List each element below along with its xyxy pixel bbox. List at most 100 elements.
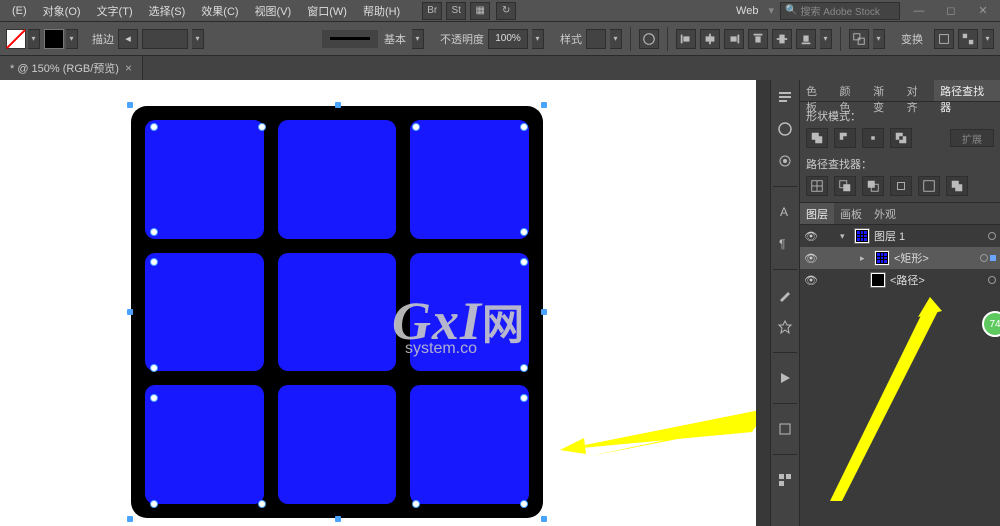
color-icon[interactable] <box>774 118 796 140</box>
stroke-weight-field[interactable] <box>142 29 188 49</box>
layer-row[interactable]: 👁 <路径> <box>800 269 1000 291</box>
menu-select[interactable]: 选择(S) <box>141 0 194 22</box>
shape-builder-dropdown[interactable]: ▾ <box>873 29 885 49</box>
align-hcenter-icon[interactable] <box>700 29 720 49</box>
corner-widget[interactable] <box>150 500 158 508</box>
minus-front-icon[interactable] <box>834 128 856 148</box>
window-close-icon[interactable]: ✕ <box>970 2 996 20</box>
tab-appearance[interactable]: 外观 <box>868 203 902 224</box>
edit-similar-icon[interactable] <box>958 29 978 49</box>
symbol-icon[interactable] <box>774 316 796 338</box>
selection-anchor[interactable] <box>541 309 547 315</box>
vertical-scrollbar[interactable] <box>756 80 770 526</box>
stroke-profile[interactable] <box>322 30 378 48</box>
document-tab[interactable]: * @ 150% (RGB/预览) × <box>0 56 143 80</box>
twisty-icon[interactable]: ▸ <box>860 253 870 264</box>
tab-pathfinder[interactable]: 路径查找器 <box>934 80 1000 101</box>
target-icon[interactable] <box>988 232 996 240</box>
target-icon[interactable] <box>980 254 988 262</box>
layer-name[interactable]: <路径> <box>890 272 925 288</box>
menu-edit[interactable]: (E) <box>4 2 35 20</box>
align-right-icon[interactable] <box>724 29 744 49</box>
tab-align[interactable]: 对齐 <box>901 80 935 101</box>
selection-anchor[interactable] <box>335 102 341 108</box>
control-menu-dropdown[interactable]: ▾ <box>982 29 994 49</box>
window-minimize-icon[interactable]: — <box>906 2 932 20</box>
close-icon[interactable]: × <box>125 61 132 75</box>
corner-widget[interactable] <box>520 123 528 131</box>
visibility-icon[interactable]: 👁 <box>804 273 818 287</box>
fill-dropdown[interactable]: ▾ <box>28 29 40 49</box>
tab-artboards[interactable]: 画板 <box>834 203 868 224</box>
exclude-icon[interactable] <box>890 128 912 148</box>
style-thumb[interactable] <box>586 29 606 49</box>
arrange-docs-icon[interactable]: ▦ <box>470 2 490 20</box>
opacity-dropdown[interactable]: ▾ <box>532 29 544 49</box>
crop-icon[interactable] <box>890 176 912 196</box>
paragraph-icon[interactable]: ¶ <box>774 233 796 255</box>
artboard-icon[interactable] <box>774 418 796 440</box>
visibility-icon[interactable]: 👁 <box>804 251 818 265</box>
workspace-label[interactable]: Web <box>732 5 762 17</box>
brush-icon[interactable] <box>774 284 796 306</box>
fill-none-swatch[interactable] <box>6 29 26 49</box>
tab-layers[interactable]: 图层 <box>800 203 834 224</box>
menu-type[interactable]: 文字(T) <box>89 0 141 22</box>
gpu-preview-icon[interactable]: ↻ <box>496 2 516 20</box>
shape-builder-icon[interactable] <box>849 29 869 49</box>
layer-row[interactable]: 👁 ▸ <矩形> <box>800 247 1000 269</box>
stroke-dropdown[interactable]: ▾ <box>66 29 78 49</box>
corner-widget[interactable] <box>258 500 266 508</box>
align-left-icon[interactable] <box>676 29 696 49</box>
layer-name[interactable]: 图层 1 <box>874 228 905 244</box>
stock-search[interactable]: 🔍 搜索 Adobe Stock <box>780 2 900 20</box>
tab-color[interactable]: 颜色 <box>834 80 868 101</box>
style-dropdown[interactable]: ▾ <box>610 29 622 49</box>
corner-widget[interactable] <box>150 394 158 402</box>
divide-icon[interactable] <box>806 176 828 196</box>
unite-icon[interactable] <box>806 128 828 148</box>
stroke-profile-dropdown[interactable]: ▾ <box>412 29 424 49</box>
selection-anchor[interactable] <box>127 309 133 315</box>
align-bottom-icon[interactable] <box>796 29 816 49</box>
outline-icon[interactable] <box>918 176 940 196</box>
menu-view[interactable]: 视图(V) <box>247 0 300 22</box>
canvas-area[interactable]: GxI网 system.co <box>0 80 756 526</box>
asset-export-icon[interactable] <box>774 469 796 491</box>
selection-anchor[interactable] <box>127 102 133 108</box>
bridge-button[interactable]: Br <box>422 2 442 20</box>
corner-widget[interactable] <box>412 500 420 508</box>
selection-anchor[interactable] <box>541 102 547 108</box>
stock-button[interactable]: St <box>446 2 466 20</box>
tab-gradient[interactable]: 渐变 <box>867 80 901 101</box>
play-icon[interactable] <box>774 367 796 389</box>
layer-row[interactable]: 👁 ▾ 图层 1 <box>800 225 1000 247</box>
menu-help[interactable]: 帮助(H) <box>355 0 408 22</box>
intersect-icon[interactable] <box>862 128 884 148</box>
menu-window[interactable]: 窗口(W) <box>299 0 355 22</box>
tab-swatches[interactable]: 色板 <box>800 80 834 101</box>
corner-widget[interactable] <box>258 123 266 131</box>
corner-widget[interactable] <box>150 228 158 236</box>
align-vcenter-icon[interactable] <box>772 29 792 49</box>
corner-widget[interactable] <box>520 258 528 266</box>
corner-widget[interactable] <box>150 123 158 131</box>
selection-anchor[interactable] <box>335 516 341 522</box>
corner-widget[interactable] <box>150 364 158 372</box>
menu-effect[interactable]: 效果(C) <box>193 0 246 22</box>
trim-icon[interactable] <box>834 176 856 196</box>
expand-button[interactable]: 扩展 <box>950 129 994 147</box>
visibility-icon[interactable]: 👁 <box>804 229 818 243</box>
opacity-field[interactable]: 100% <box>488 29 528 49</box>
window-restore-icon[interactable]: ◻ <box>938 2 964 20</box>
align-top-icon[interactable] <box>748 29 768 49</box>
minus-back-icon[interactable] <box>946 176 968 196</box>
decrease-icon[interactable]: ◂ <box>118 29 138 49</box>
corner-widget[interactable] <box>150 258 158 266</box>
isolate-icon[interactable] <box>934 29 954 49</box>
recolor-icon[interactable] <box>639 29 659 49</box>
corner-widget[interactable] <box>412 123 420 131</box>
corner-widget[interactable] <box>520 364 528 372</box>
corner-widget[interactable] <box>520 394 528 402</box>
selection-anchor[interactable] <box>541 516 547 522</box>
